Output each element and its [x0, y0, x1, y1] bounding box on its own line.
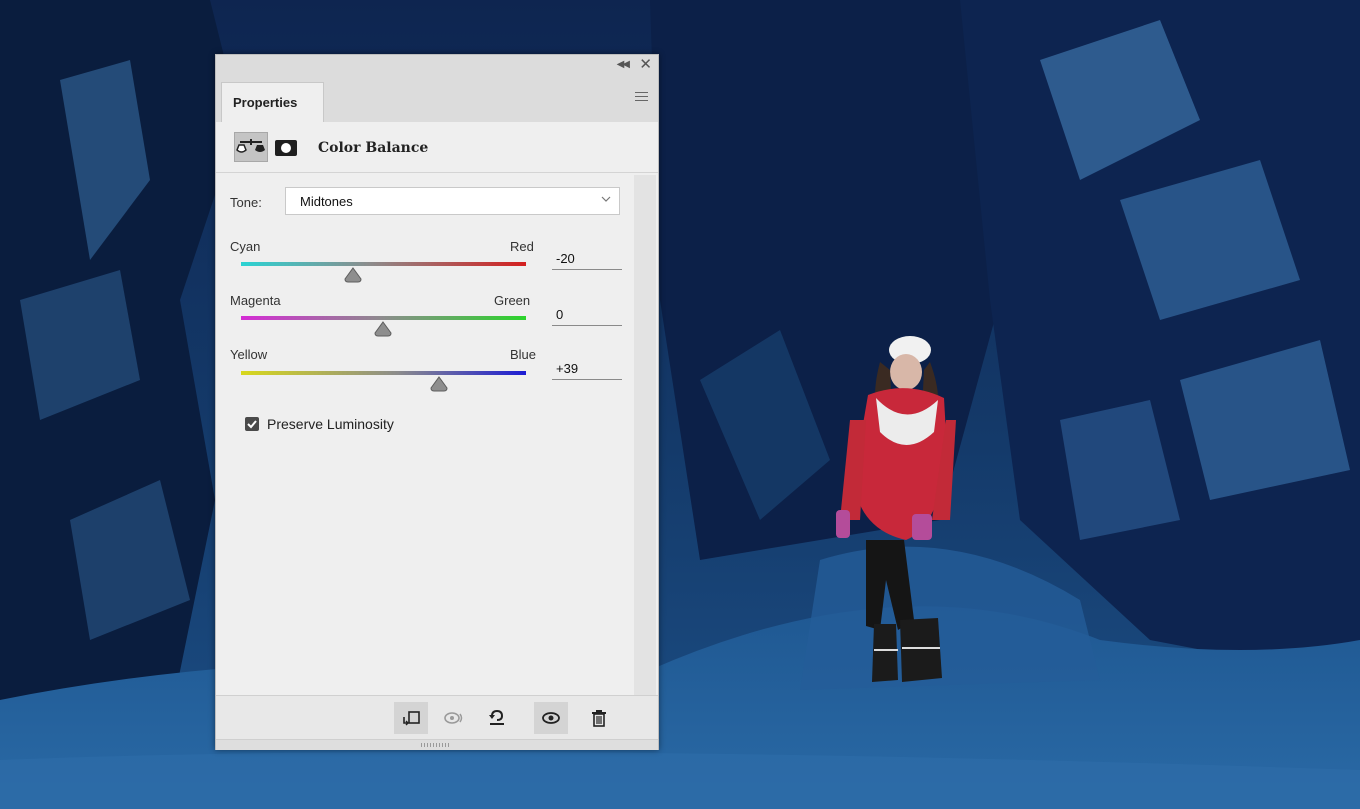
preserve-luminosity-checkbox[interactable] [245, 417, 259, 431]
cyan-red-value: -20 [556, 251, 575, 266]
cyan-red-value-field[interactable]: -20 [552, 249, 622, 270]
bottom-toolbar [216, 695, 658, 740]
view-previous-state-icon [444, 712, 463, 724]
scrollbar[interactable] [634, 175, 656, 695]
trash-icon [592, 710, 606, 727]
checkmark-icon [247, 420, 257, 429]
close-icon[interactable]: ✕ [639, 56, 652, 74]
slider-blue-label: Blue [510, 347, 537, 362]
slider-magenta-label: Magenta [230, 293, 281, 308]
layer-mask-icon[interactable] [275, 140, 297, 156]
yellow-blue-value: +39 [556, 361, 579, 376]
tone-dropdown[interactable]: Midtones [285, 187, 620, 215]
clip-to-layer-icon [403, 711, 420, 726]
slider-red-label: Red [510, 239, 534, 254]
reset-button[interactable] [480, 702, 514, 734]
toggle-visibility-button[interactable] [534, 702, 568, 734]
yellow-blue-slider-thumb[interactable] [429, 376, 449, 392]
collapse-icon[interactable]: ◀◀ [617, 59, 630, 70]
header-divider [216, 172, 658, 173]
panel-tabstrip: Properties [216, 77, 658, 122]
visibility-eye-icon [542, 712, 560, 724]
magenta-green-slider-track[interactable] [241, 316, 526, 320]
tone-selected-value: Midtones [300, 194, 353, 209]
yellow-blue-value-field[interactable]: +39 [552, 359, 622, 380]
magenta-green-value: 0 [556, 307, 564, 322]
slider-cyan-label: Cyan [230, 239, 261, 254]
magenta-green-slider-thumb[interactable] [373, 321, 393, 337]
canvas-background-image [0, 0, 1360, 809]
cyan-red-slider-track[interactable] [241, 262, 526, 266]
tab-properties[interactable]: Properties [221, 82, 324, 122]
view-previous-state-button[interactable] [436, 702, 470, 734]
slider-yellow-label: Yellow [230, 347, 268, 362]
preserve-luminosity-label[interactable]: Preserve Luminosity [267, 416, 394, 432]
cyan-red-slider-thumb[interactable] [343, 267, 363, 283]
panel-titlebar[interactable]: ◀◀ ✕ [216, 55, 658, 77]
delete-button[interactable] [582, 702, 616, 734]
properties-panel: ◀◀ ✕ Properties Color Balance Tone: Midt… [215, 54, 659, 750]
reset-icon [489, 709, 504, 725]
clip-to-layer-button[interactable] [394, 702, 428, 734]
yellow-blue-slider-track[interactable] [241, 371, 526, 375]
adjustment-header: Color Balance [216, 122, 658, 170]
tone-label: Tone: [230, 195, 262, 210]
panel-menu-icon[interactable] [635, 92, 648, 102]
chevron-down-icon [601, 196, 611, 202]
adjustment-title: Color Balance [318, 140, 429, 156]
slider-green-label: Green [494, 293, 531, 308]
panel-resize-grip[interactable] [216, 739, 658, 750]
magenta-green-value-field[interactable]: 0 [552, 305, 622, 326]
color-balance-icon[interactable] [234, 132, 268, 162]
